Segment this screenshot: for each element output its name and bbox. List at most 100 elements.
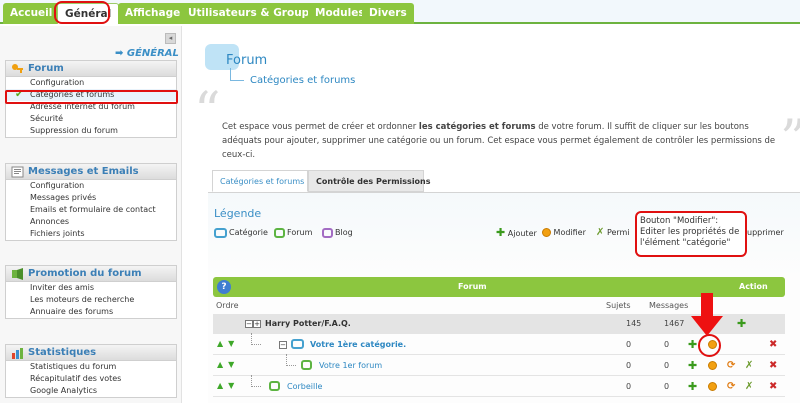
top-nav: Accueil Général Affichage Utilisateurs &…	[0, 0, 800, 24]
edit-icon[interactable]	[708, 361, 717, 370]
sidebar-box-title: Statistiques	[6, 345, 176, 361]
row-messages: 0	[664, 382, 670, 391]
row-subjects: 145	[626, 319, 642, 328]
statistics-icon	[12, 348, 23, 359]
forum-bubble-icon	[301, 360, 312, 370]
col-order: Ordre	[216, 301, 239, 310]
subtab-categories-forums[interactable]: Catégories et forums	[212, 170, 308, 192]
page-title: Forum	[226, 53, 268, 68]
annotation-circle-edit	[698, 334, 721, 357]
page-subtitle: Catégories et forums	[250, 75, 356, 86]
reorder-arrows-icon[interactable]: ▲▼	[217, 360, 239, 369]
sidebar-box-promotion: Promotion du forum Inviter des amis Les …	[5, 265, 177, 319]
sidebar-item-securite[interactable]: Sécurité	[6, 113, 176, 125]
row-name[interactable]: Corbeille	[287, 377, 322, 397]
promotion-icon	[12, 268, 23, 280]
col-subjects: Sujets	[606, 301, 631, 310]
tree-connector	[251, 333, 261, 345]
add-icon[interactable]: ✚	[688, 358, 697, 374]
tab-divers[interactable]: Divers	[362, 3, 414, 24]
messages-icon	[11, 166, 24, 178]
sidebar-item-annonces[interactable]: Annonces	[6, 216, 176, 228]
annotation-arrow-head	[691, 316, 723, 336]
row-subjects: 0	[626, 361, 632, 370]
reorder-arrows-icon[interactable]: ▲▼	[217, 381, 239, 390]
category-bubble-icon	[291, 339, 304, 349]
collapse-icon[interactable]: −	[279, 340, 287, 349]
sidebar-item-configuration-messages[interactable]: Configuration	[6, 180, 176, 192]
table-row: ▲▼ Votre 1er forum 0 0 ✚ ⟳ ✗ ✖	[213, 354, 785, 376]
permissions-icon[interactable]: ✗	[745, 358, 753, 374]
legend-permissions: ✗ Permi	[596, 227, 630, 238]
sidebar-item-emails[interactable]: Emails et formulaire de contact	[6, 204, 176, 216]
sidebar-item-annuaire[interactable]: Annuaire des forums	[6, 306, 176, 318]
forum-bubble-icon	[274, 227, 285, 238]
annotation-arrow	[701, 293, 713, 317]
row-subjects: 0	[626, 382, 632, 391]
row-subjects: 0	[626, 340, 632, 349]
refresh-icon[interactable]: ⟳	[727, 358, 735, 374]
header-connector	[230, 80, 244, 81]
row-name[interactable]: Votre 1ère catégorie.	[310, 335, 406, 355]
sidebar-box-title: Messages et Emails	[6, 164, 176, 180]
edit-icon[interactable]	[708, 382, 717, 391]
forum-bubble-icon	[269, 381, 280, 391]
row-name[interactable]: Harry Potter/F.A.Q.	[265, 314, 351, 334]
add-icon[interactable]: ✚	[737, 316, 746, 332]
collapse-sidebar-icon[interactable]: ◂	[165, 33, 176, 44]
permissions-icon[interactable]: ✗	[745, 379, 753, 395]
header-connector	[230, 68, 231, 80]
sidebar-item-inviter[interactable]: Inviter des amis	[6, 282, 176, 294]
help-icon[interactable]: ?	[217, 280, 231, 294]
annotation-rect-categories	[5, 90, 178, 104]
delete-icon[interactable]: ✖	[769, 379, 777, 395]
delete-icon[interactable]: ✖	[769, 337, 777, 353]
sidebar-item-google-analytics[interactable]: Google Analytics	[6, 385, 176, 397]
sidebar-item-fichiers[interactable]: Fichiers joints	[6, 228, 176, 240]
edit-icon	[542, 228, 551, 237]
expand-icon[interactable]: +	[253, 319, 261, 328]
add-icon[interactable]: ✚	[688, 337, 697, 353]
sidebar-heading: ➡ GÉNÉRAL	[115, 48, 179, 59]
add-icon: ✚	[496, 226, 506, 239]
row-messages: 0	[664, 340, 670, 349]
add-icon[interactable]: ✚	[688, 379, 697, 395]
col-messages: Messages	[649, 301, 689, 310]
sidebar-item-messages-prives[interactable]: Messages privés	[6, 192, 176, 204]
tab-affichage[interactable]: Affichage	[118, 3, 188, 24]
row-messages: 1467	[664, 319, 685, 328]
annotation-oval-general-tab	[54, 1, 110, 24]
admin-panel: Accueil Général Affichage Utilisateurs &…	[0, 0, 800, 403]
sidebar-item-configuration[interactable]: Configuration	[6, 77, 176, 89]
blog-bubble-icon	[322, 227, 333, 238]
forum-key-icon	[12, 64, 23, 73]
sidebar-box-messages: Messages et Emails Configuration Message…	[5, 163, 177, 241]
reorder-arrows-icon[interactable]: ▲▼	[217, 339, 239, 348]
legend-forum: Forum	[274, 226, 312, 240]
permissions-icon: ✗	[596, 227, 605, 238]
quote-open-decoration: “	[194, 82, 221, 142]
sidebar-item-suppression[interactable]: Suppression du forum	[6, 125, 176, 137]
collapse-icon[interactable]: −	[245, 319, 253, 328]
tree-connector	[286, 354, 296, 366]
legend-title: Légende	[214, 207, 262, 220]
legend-category: Catégorie	[214, 226, 268, 240]
header-forum: Forum	[458, 282, 487, 291]
sidebar-box-statistiques: Statistiques Statistiques du forum Récap…	[5, 344, 177, 398]
column-headers: Ordre Sujets Messages	[213, 298, 785, 312]
table-header: ? Forum Action	[213, 277, 785, 297]
sidebar-item-recap-votes[interactable]: Récapitulatif des votes	[6, 373, 176, 385]
row-name[interactable]: Votre 1er forum	[319, 356, 382, 376]
sidebar-item-moteurs[interactable]: Les moteurs de recherche	[6, 294, 176, 306]
sidebar-box-title: Forum	[6, 61, 176, 77]
legend-add: ✚ Ajouter	[496, 226, 537, 239]
legend-blog: Blog	[322, 226, 353, 240]
refresh-icon[interactable]: ⟳	[727, 379, 735, 395]
annotation-callout: Bouton "Modifier": Editer les propriétés…	[635, 211, 747, 257]
delete-icon[interactable]: ✖	[769, 358, 777, 374]
legend-edit: Modifier	[542, 226, 586, 240]
tab-accueil[interactable]: Accueil	[3, 3, 60, 24]
category-bubble-icon	[214, 227, 227, 238]
subtab-permissions[interactable]: Contrôle des Permissions	[308, 170, 431, 192]
sidebar-item-stats-forum[interactable]: Statistiques du forum	[6, 361, 176, 373]
